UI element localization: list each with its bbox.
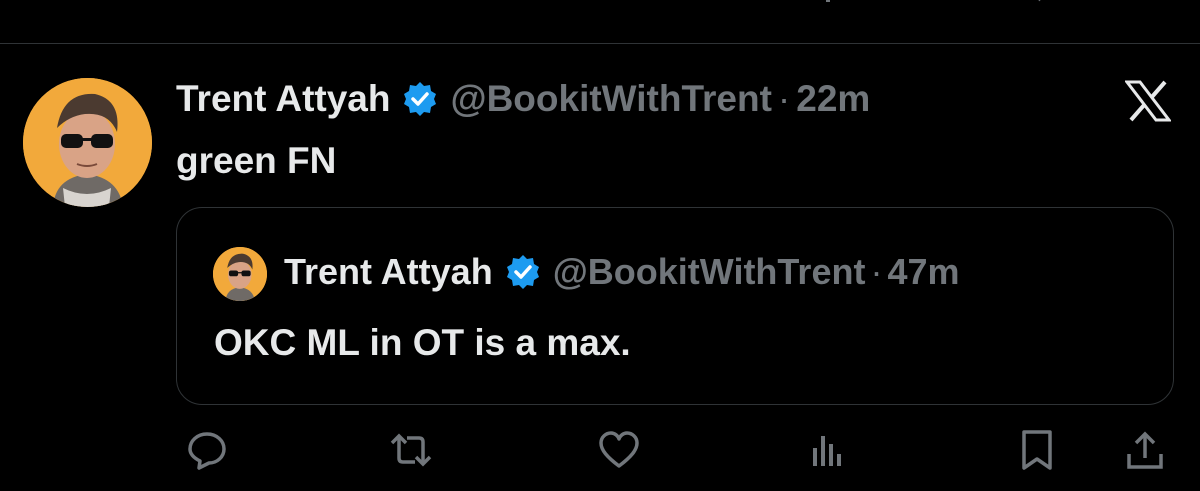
quoted-post-card[interactable] [176, 207, 1174, 405]
quoted-post-text: OKC ML in OT is a max. [214, 322, 631, 363]
separator: · [870, 251, 883, 292]
repost-button[interactable] [389, 428, 433, 472]
quoted-post-time[interactable]: 47m [887, 251, 959, 293]
author-avatar[interactable] [23, 78, 152, 207]
bookmark-button[interactable] [1015, 428, 1059, 472]
share-button[interactable] [1123, 428, 1167, 472]
bookmark-icon [1022, 430, 1052, 470]
views-icon [813, 436, 841, 466]
repost-icon [390, 433, 432, 467]
verified-badge-icon [402, 81, 438, 117]
reply-button[interactable] [185, 428, 229, 472]
post-action-bar [0, 428, 1200, 478]
views-button[interactable] [805, 428, 849, 472]
post-time[interactable]: 22m [796, 78, 870, 120]
previous-post-actions [0, 0, 1200, 44]
quoted-author-avatar[interactable] [213, 247, 267, 301]
like-button[interactable] [597, 428, 641, 472]
x-logo-icon [1125, 80, 1171, 122]
quoted-author-name[interactable]: Trent Attyah [284, 251, 493, 293]
share-icon [1127, 431, 1163, 469]
author-name[interactable]: Trent Attyah [176, 78, 390, 120]
post-text: green FN [176, 140, 337, 181]
views-icon[interactable] [808, 0, 848, 8]
reply-icon [188, 432, 226, 470]
verified-badge-icon [505, 254, 541, 290]
author-handle[interactable]: @BookitWithTrent [450, 78, 771, 120]
separator: · [777, 78, 791, 119]
quoted-author-handle[interactable]: @BookitWithTrent [553, 251, 866, 293]
post-divider [0, 43, 1200, 44]
like-icon [599, 431, 639, 468]
post-header: Trent Attyah @BookitWithTrent · 22m [176, 74, 870, 124]
bookmark-icon[interactable] [1030, 0, 1070, 8]
quoted-post-header: Trent Attyah @BookitWithTrent · 47m [284, 248, 960, 296]
